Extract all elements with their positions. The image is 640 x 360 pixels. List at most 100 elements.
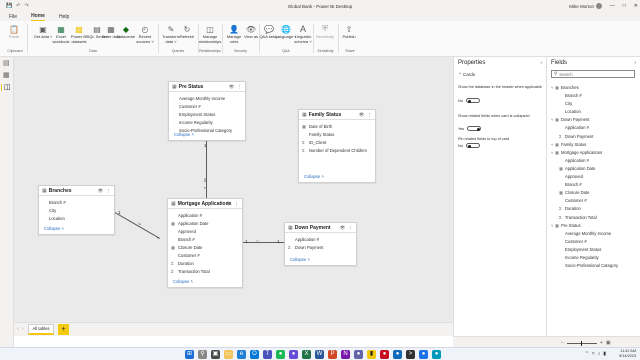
- tab-all-tables[interactable]: All tables: [28, 324, 54, 335]
- chevron-right-icon[interactable]: ›: [22, 326, 24, 332]
- chevron-down-icon[interactable]: ˅: [551, 141, 553, 149]
- volume-icon[interactable]: ♪: [598, 351, 601, 357]
- visibility-icon[interactable]: 👁: [229, 84, 235, 90]
- field-row[interactable]: Application #: [285, 236, 356, 244]
- more-options-icon[interactable]: ⋮: [349, 225, 354, 231]
- zoom-control[interactable]: − + ▣: [561, 340, 611, 346]
- search-input[interactable]: [559, 71, 630, 77]
- visibility-icon[interactable]: 👁: [98, 188, 104, 194]
- search-box[interactable]: ⚲: [551, 70, 635, 78]
- fields-field-row[interactable]: City: [551, 100, 639, 108]
- field-row[interactable]: Income Regularity: [169, 119, 245, 127]
- field-row[interactable]: Σ ID_Client: [299, 139, 375, 147]
- visibility-icon[interactable]: 👁: [226, 201, 232, 207]
- powerpoint-icon[interactable]: P: [328, 350, 337, 359]
- add-layout-button[interactable]: +: [58, 324, 69, 335]
- toggle-pin-related[interactable]: No: [458, 143, 480, 148]
- table-card-down-payment[interactable]: ▦ Down Payment 👁 ⋮ Application # Σ Down Pay…: [284, 222, 357, 266]
- table-card-mortgage-applications[interactable]: ▦ Mortgage Applications 👁 ⋮ Application # …: [167, 198, 243, 288]
- toggle-switch[interactable]: [467, 126, 482, 131]
- chevron-left-icon[interactable]: ‹: [17, 326, 19, 332]
- chevron-down-icon[interactable]: ˅: [551, 116, 553, 124]
- visibility-icon[interactable]: 👁: [340, 225, 346, 231]
- fields-field-row[interactable]: Application #: [551, 124, 639, 132]
- search-icon[interactable]: ⚲: [198, 350, 207, 359]
- maximize-icon[interactable]: □: [623, 3, 626, 9]
- power-bi-icon[interactable]: ▮: [367, 350, 376, 359]
- chevron-right-icon[interactable]: ›: [540, 60, 542, 66]
- onenote-icon[interactable]: N: [341, 350, 350, 359]
- chevron-down-icon[interactable]: ˅: [551, 84, 553, 92]
- fields-field-row[interactable]: Branch #: [551, 181, 639, 189]
- manage-relationships-button[interactable]: ◫ Manage relationships: [199, 24, 221, 44]
- chevron-right-icon[interactable]: ›: [634, 60, 636, 66]
- collapse-link[interactable]: Collapse ˄: [174, 132, 194, 137]
- start-icon[interactable]: ⊞: [185, 350, 194, 359]
- fields-table-row[interactable]: ˅ ▦ Branches: [551, 84, 639, 92]
- zoom-out-button[interactable]: −: [561, 340, 564, 346]
- more-options-icon[interactable]: ⋮: [107, 188, 112, 194]
- field-row[interactable]: Average Monthly Income: [169, 95, 245, 103]
- zoom-slider-thumb[interactable]: [580, 340, 583, 346]
- user-name[interactable]: Mike Morton: [569, 4, 594, 9]
- zoom-slider[interactable]: [566, 340, 597, 346]
- fields-field-row[interactable]: Socio-Professional Category: [551, 262, 639, 270]
- field-row[interactable]: Employment Status: [169, 111, 245, 119]
- toggle-switch[interactable]: [465, 143, 480, 148]
- field-row[interactable]: Application #: [168, 212, 242, 220]
- app-icon[interactable]: ●: [419, 350, 428, 359]
- field-row[interactable]: Customer #: [169, 103, 245, 111]
- chevron-down-icon[interactable]: ˅: [551, 222, 553, 230]
- close-icon[interactable]: ✕: [634, 3, 638, 9]
- fields-field-row[interactable]: Location: [551, 108, 639, 116]
- menu-file[interactable]: File: [9, 14, 17, 20]
- app-icon[interactable]: ●: [393, 350, 402, 359]
- report-view-icon[interactable]: ▤: [3, 60, 10, 67]
- chevron-up-icon[interactable]: ⌃: [585, 351, 589, 357]
- collapse-link[interactable]: Collapse ˄: [290, 257, 310, 262]
- recent-sources-button[interactable]: ◴ Recent sources ˅: [134, 24, 156, 44]
- fields-field-row[interactable]: ▦ Application Date: [551, 165, 639, 173]
- fields-field-row[interactable]: Σ Down Payment: [551, 133, 639, 141]
- table-card-family-status[interactable]: ▦ Family Status 👁 ⋮ ▦ Date of Birth Family …: [298, 109, 376, 183]
- data-view-icon[interactable]: ▦: [3, 72, 10, 79]
- field-row[interactable]: ▦ Application Date: [168, 220, 242, 228]
- collapse-link[interactable]: Collapse ˄: [173, 279, 193, 284]
- fields-field-row[interactable]: Customer #: [551, 197, 639, 205]
- linguistic-schema-button[interactable]: A Linguistic schema ˅: [292, 24, 314, 44]
- fields-field-row[interactable]: Σ Duration: [551, 205, 639, 213]
- fields-field-row[interactable]: Σ Transaction Total: [551, 214, 639, 222]
- teams-icon[interactable]: T: [263, 350, 272, 359]
- wifi-icon[interactable]: ≈: [592, 351, 595, 357]
- edge-icon[interactable]: e: [237, 350, 246, 359]
- model-view-icon[interactable]: ◫: [1, 84, 11, 91]
- field-row[interactable]: ▦ Closure Date: [168, 244, 242, 252]
- fields-field-row[interactable]: Branch #: [551, 92, 639, 100]
- menu-home[interactable]: Home: [31, 13, 45, 21]
- app-icon[interactable]: ●: [289, 350, 298, 359]
- more-options-icon[interactable]: ⋮: [368, 112, 373, 118]
- refresh-button[interactable]: ↻ Refresh: [176, 24, 198, 40]
- chevron-down-icon[interactable]: ˅: [551, 149, 553, 157]
- model-canvas[interactable]: 1 * ⇕ 1 * ↘ 1 1 ⇔ ▦ Pre Status 👁 ⋮ Average…: [14, 57, 453, 322]
- battery-icon[interactable]: ▮: [603, 351, 606, 357]
- fields-table-row[interactable]: ˅ ▦ Mortgage Applications: [551, 149, 639, 157]
- fit-to-page-icon[interactable]: ▣: [606, 340, 611, 346]
- field-row[interactable]: Location: [39, 215, 114, 223]
- more-options-icon[interactable]: ⋮: [235, 201, 240, 207]
- word-icon[interactable]: W: [315, 350, 324, 359]
- fields-table-row[interactable]: ˅ ▦ Family Status: [551, 141, 639, 149]
- zoom-in-button[interactable]: +: [600, 340, 603, 346]
- terminal-icon[interactable]: >: [406, 350, 415, 359]
- field-row[interactable]: Family Status: [299, 131, 375, 139]
- collapse-link[interactable]: Collapse ˄: [44, 226, 64, 231]
- app-icon[interactable]: ●: [354, 350, 363, 359]
- field-row[interactable]: Σ Down Payment: [285, 244, 356, 252]
- toggle-show-related[interactable]: Yes: [458, 126, 482, 131]
- publish-button[interactable]: ⇧ Publish: [338, 24, 360, 40]
- fields-field-row[interactable]: Approved: [551, 173, 639, 181]
- toggle-switch[interactable]: [465, 98, 480, 103]
- outlook-icon[interactable]: O: [250, 350, 259, 359]
- fields-table-row[interactable]: ˅ ▦ Down Payment: [551, 116, 639, 124]
- avatar[interactable]: [596, 3, 602, 9]
